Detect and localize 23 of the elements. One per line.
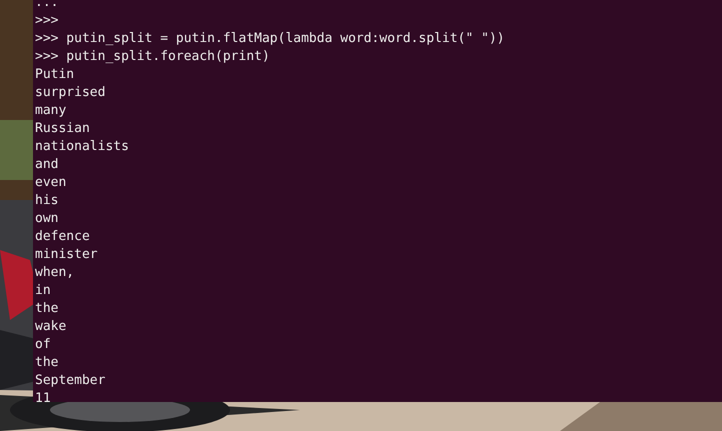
terminal-line: wake — [35, 318, 68, 336]
terminal-line: of — [35, 336, 52, 354]
terminal-line: defence — [35, 228, 91, 246]
terminal-line: own — [35, 210, 60, 228]
terminal-line: >>> putin_split.foreach(print) — [35, 48, 271, 66]
terminal-line: >>> — [35, 12, 60, 30]
terminal-line: the — [35, 300, 60, 318]
terminal-line: his — [35, 192, 60, 210]
terminal-line: and — [35, 156, 60, 174]
terminal-line: 11 — [35, 390, 52, 402]
terminal-line: ... — [35, 0, 60, 12]
terminal-line: >>> putin_split = putin.flatMap(lambda word:word.split(" ")) — [35, 30, 506, 48]
terminal-line: Russian — [35, 120, 91, 138]
terminal-line: when, — [35, 264, 76, 282]
terminal-line: Putin — [35, 66, 76, 84]
terminal-line: the — [35, 354, 60, 372]
terminal-line: many — [35, 102, 68, 120]
terminal-line: even — [35, 174, 68, 192]
terminal-line: minister — [35, 246, 99, 264]
terminal-line: nationalists — [35, 138, 130, 156]
terminal-line: surprised — [35, 84, 106, 102]
terminal-line: in — [35, 282, 52, 300]
terminal-line: September — [35, 372, 106, 390]
